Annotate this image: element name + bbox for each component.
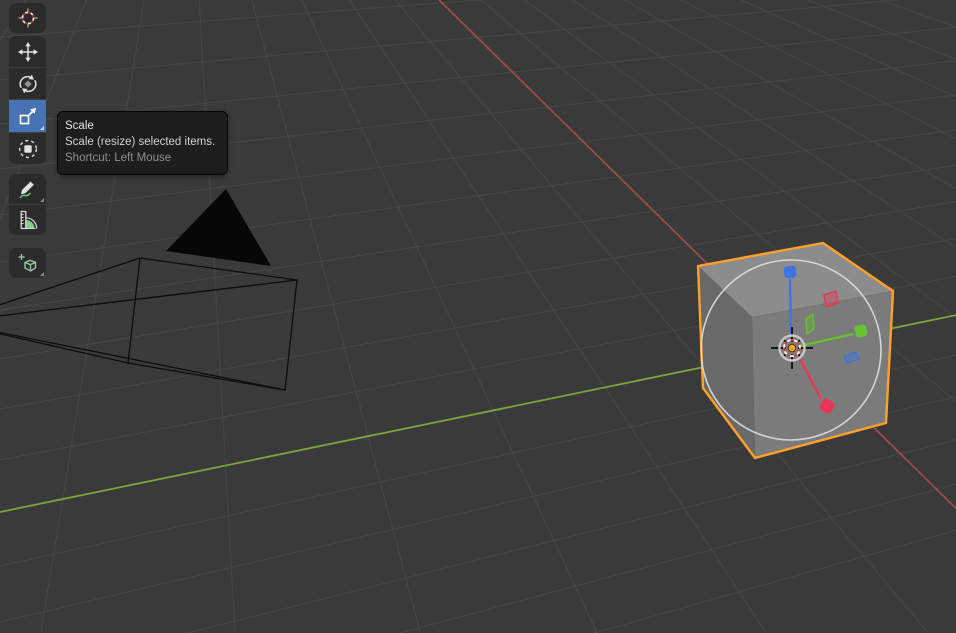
tool-button-rotate[interactable] xyxy=(9,68,46,99)
move-icon xyxy=(17,41,39,63)
scale-icon xyxy=(17,105,39,127)
tooltip-description: Scale (resize) selected items. xyxy=(65,134,215,150)
transform-icon xyxy=(17,138,39,160)
camera-up-triangle xyxy=(166,189,271,266)
gizmo-z-axis[interactable] xyxy=(790,279,791,334)
object-origin-dot xyxy=(788,344,796,352)
tool-options-indicator xyxy=(40,126,44,130)
tool-options-indicator xyxy=(40,198,44,202)
tool-options-indicator xyxy=(40,272,44,276)
cube-right-face xyxy=(752,291,893,458)
cursor-icon xyxy=(17,7,39,29)
tool-button-move[interactable] xyxy=(9,36,46,67)
blender-3d-viewport: Scale Scale (resize) selected items. Sho… xyxy=(0,0,956,633)
toolbar-group-cursor xyxy=(9,3,46,33)
tool-button-transform[interactable] xyxy=(9,133,46,164)
gizmo-z-handle[interactable] xyxy=(783,265,797,279)
rotate-icon xyxy=(17,73,39,95)
tool-button-measure[interactable] xyxy=(9,205,46,235)
add-cube-icon xyxy=(17,252,39,274)
viewport-canvas[interactable] xyxy=(0,0,956,633)
toolbar-group-transform xyxy=(9,36,46,164)
toolbar-group-add xyxy=(9,248,46,278)
tooltip-scale-tool: Scale Scale (resize) selected items. Sho… xyxy=(57,111,228,175)
tool-button-cursor[interactable] xyxy=(9,3,46,33)
tool-button-annotate[interactable] xyxy=(9,174,46,204)
tooltip-title: Scale xyxy=(65,118,215,134)
toolbar-group-annotate xyxy=(9,174,46,235)
tool-button-add-cube[interactable] xyxy=(9,248,46,278)
annotate-icon xyxy=(17,178,39,200)
tooltip-shortcut: Shortcut: Left Mouse xyxy=(65,150,215,166)
tool-button-scale[interactable] xyxy=(9,100,46,132)
measure-icon xyxy=(17,209,39,231)
